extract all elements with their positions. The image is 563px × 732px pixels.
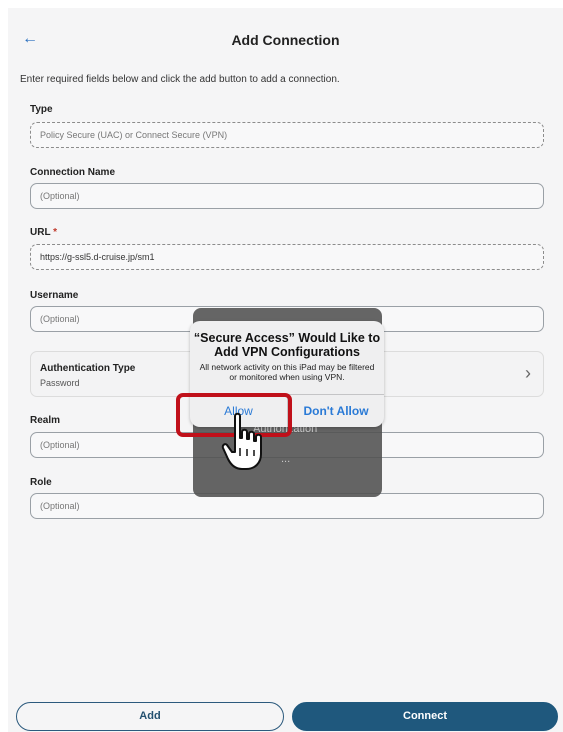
connection-name-label: Connection Name [30, 167, 116, 178]
hud-dots: ... [281, 453, 291, 465]
connection-name-input[interactable]: (Optional) [30, 183, 544, 209]
hand-pointer-icon [221, 412, 262, 470]
intro-text: Enter required fields below and click th… [20, 74, 340, 85]
connect-button[interactable]: Connect [292, 702, 558, 731]
alert-title: “Secure Access” Would Like to Add VPN Co… [193, 331, 381, 359]
dont-allow-button[interactable]: Don't Allow [288, 395, 384, 427]
type-label: Type [30, 104, 53, 115]
page-title: Add Connection [231, 32, 340, 48]
auth-type-label: Authentication Type [40, 363, 136, 374]
role-label: Role [30, 477, 52, 488]
alert-message: All network activity on this iPad may be… [199, 362, 375, 382]
auth-type-value: Password [40, 378, 80, 388]
screen: ← Add Connection Enter required fields b… [8, 8, 563, 732]
url-label: URL * [30, 227, 57, 238]
type-field[interactable]: Policy Secure (UAC) or Connect Secure (V… [30, 122, 544, 148]
header: ← Add Connection [8, 8, 563, 68]
username-label: Username [30, 290, 79, 301]
add-button[interactable]: Add [16, 702, 284, 731]
url-label-text: URL [30, 227, 51, 238]
realm-label: Realm [30, 415, 61, 426]
url-input[interactable]: https://g-ssl5.d-cruise.jp/sm1 [30, 244, 544, 270]
required-mark: * [53, 227, 58, 238]
chevron-right-icon: › [525, 363, 531, 383]
